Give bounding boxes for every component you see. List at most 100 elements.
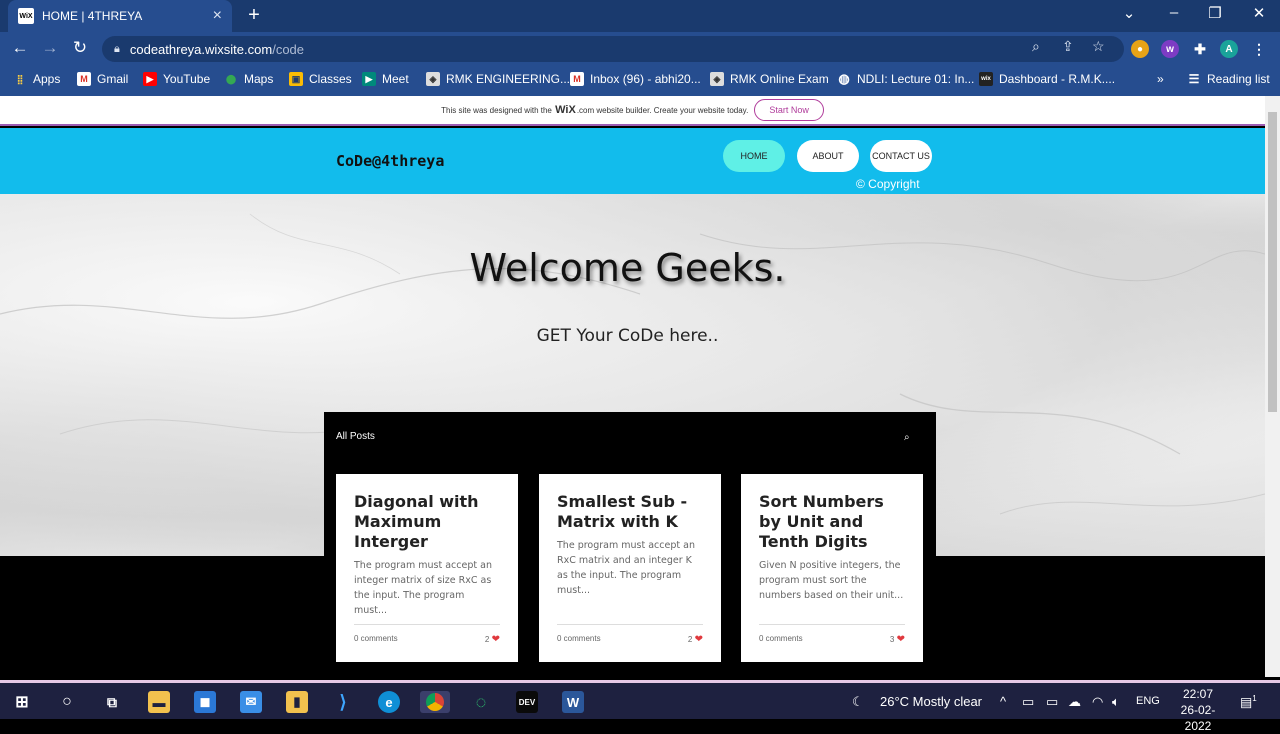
post-card[interactable]: Sort Numbers by Unit and Tenth Digits Gi…: [741, 474, 923, 662]
hero-title: Welcome Geeks.: [469, 246, 786, 290]
zoom-icon[interactable]: ⌕: [1032, 38, 1040, 55]
word-icon[interactable]: W: [562, 691, 584, 713]
bookmark-star-icon[interactable]: ☆: [1092, 38, 1105, 55]
site-header: CoDe@4threya HOME ABOUT CONTACT US © Cop…: [0, 128, 1265, 194]
post-title[interactable]: Diagonal with Maximum Interger: [354, 492, 500, 552]
post-comments[interactable]: 0 comments: [557, 634, 601, 645]
start-now-button[interactable]: Start Now: [754, 99, 824, 121]
weather-moon-icon[interactable]: ☾: [852, 694, 864, 710]
wifi-icon[interactable]: ◠: [1092, 694, 1103, 710]
loading-app-icon[interactable]: ◌: [470, 691, 492, 713]
task-view-icon[interactable]: ⧉: [101, 691, 123, 713]
bookmark-ndli[interactable]: ◍ NDLI: Lecture 01: In...: [837, 71, 974, 86]
bookmark-apps[interactable]: ⣿ Apps: [13, 72, 61, 86]
bookmark-rmk-engineering[interactable]: ◈ RMK ENGINEERING...: [426, 72, 570, 86]
meet-now-icon[interactable]: ▭: [1022, 694, 1034, 710]
tray-chevron-icon[interactable]: ^: [1000, 694, 1006, 709]
windows-start-icon[interactable]: ⊞: [11, 691, 33, 713]
wix-icon: wix: [979, 72, 993, 86]
mail-icon[interactable]: ✉: [240, 691, 262, 713]
bookmark-rmk-online-exam[interactable]: ◈ RMK Online Exam: [710, 72, 829, 86]
heart-icon[interactable]: ❤: [492, 634, 500, 645]
post-title[interactable]: Sort Numbers by Unit and Tenth Digits: [759, 492, 905, 552]
extension-icon-2[interactable]: w: [1161, 40, 1179, 58]
gmail-icon: M: [570, 72, 584, 86]
post-title[interactable]: Smallest Sub - Matrix with K: [557, 492, 703, 532]
bookmark-gmail[interactable]: M Gmail: [77, 72, 128, 86]
more-bookmarks-icon[interactable]: »: [1157, 72, 1164, 86]
volume-icon[interactable]: 🔈︎: [1112, 694, 1120, 710]
clock[interactable]: 22:07 26-02-2022: [1172, 686, 1224, 734]
nav-home[interactable]: HOME: [723, 140, 785, 172]
nav-contact-us[interactable]: CONTACT US: [870, 140, 932, 172]
post-footer: 0 comments 2 ❤: [557, 624, 703, 645]
cortana-search-icon[interactable]: ○: [56, 691, 78, 713]
blog-feed: All Posts ⌕ Diagonal with Maximum Interg…: [324, 412, 936, 677]
post-comments[interactable]: 0 comments: [354, 634, 398, 645]
bookmark-maps[interactable]: ⬤ Maps: [224, 72, 273, 86]
bookmark-classes[interactable]: ▣ Classes: [289, 72, 352, 86]
hero-subtitle: GET Your CoDe here..: [536, 326, 719, 346]
post-excerpt: The program must accept an RxC matrix an…: [557, 540, 695, 596]
copyright-link[interactable]: © Copyright: [856, 177, 920, 191]
devcpp-icon[interactable]: DEV: [516, 691, 538, 713]
chrome-icon[interactable]: [420, 691, 450, 713]
profile-avatar[interactable]: A: [1220, 40, 1238, 58]
bookmark-youtube[interactable]: ▶ YouTube: [143, 72, 210, 86]
page-viewport: This site was designed with the WiX .com …: [0, 96, 1265, 677]
extensions-puzzle-icon[interactable]: ✚: [1191, 40, 1209, 58]
reading-list-button[interactable]: ☰ Reading list: [1187, 72, 1270, 86]
extension-icon-1[interactable]: ●: [1131, 40, 1149, 58]
post-footer: 0 comments 3 ❤: [759, 624, 905, 645]
post-excerpt: Given N positive integers, the program m…: [759, 560, 904, 601]
menu-kebab-icon[interactable]: ⋮: [1250, 40, 1268, 58]
url-path: /code: [272, 41, 305, 57]
all-posts-link[interactable]: All Posts: [336, 431, 375, 442]
bookmarks-bar: ⣿ Apps M Gmail ▶ YouTube ⬤ Maps ▣ Classes ▶ Me…: [0, 65, 1280, 96]
share-icon[interactable]: ⇪: [1062, 38, 1074, 55]
address-bar[interactable]: 🔒︎ codeathreya.wixsite.com/code ⌕ ⇪ ☆: [102, 36, 1124, 62]
post-comments[interactable]: 0 comments: [759, 634, 803, 645]
bookmark-inbox[interactable]: M Inbox (96) - abhi20...: [570, 72, 701, 86]
heart-icon[interactable]: ❤: [695, 634, 703, 645]
search-icon[interactable]: ⌕: [904, 432, 910, 443]
sticky-notes-icon[interactable]: ▮: [286, 691, 308, 713]
tab-search-icon[interactable]: ⌄: [1117, 4, 1141, 22]
classroom-icon: ▣: [289, 72, 303, 86]
file-explorer-icon[interactable]: ▬: [148, 691, 170, 713]
bookmark-dashboard[interactable]: wix Dashboard - R.M.K....: [979, 72, 1115, 86]
scrollbar-thumb[interactable]: [1268, 112, 1277, 412]
restore-button[interactable]: ❐: [1203, 4, 1227, 22]
bookmark-meet[interactable]: ▶ Meet: [362, 72, 409, 86]
back-button[interactable]: ←: [8, 38, 32, 58]
url-host: codeathreya.wixsite.com: [129, 41, 273, 57]
apps-grid-icon: ⣿: [16, 73, 24, 84]
onedrive-icon[interactable]: ☁: [1068, 694, 1081, 710]
page-scrollbar[interactable]: [1265, 96, 1280, 677]
forward-button[interactable]: →: [38, 38, 62, 58]
meet-icon: ▶: [362, 72, 376, 86]
reload-button[interactable]: ↻: [68, 38, 92, 58]
gmail-icon: M: [77, 72, 91, 86]
language-indicator[interactable]: ENG: [1136, 695, 1160, 707]
reading-list-icon: ☰: [1188, 72, 1200, 86]
taskbar: ⊞ ○ ⧉ ▬ ◼ ✉ ▮ ⟩ e ◌ DEV W ☾ 26°C Mostly …: [0, 680, 1280, 733]
tab-home[interactable]: WiX HOME | 4THREYA ×: [8, 0, 232, 32]
site-logo[interactable]: CoDe@4threya: [336, 152, 444, 170]
notifications-icon[interactable]: ▤1: [1240, 694, 1257, 710]
heart-icon[interactable]: ❤: [897, 634, 905, 645]
notification-count: 1: [1252, 694, 1257, 703]
vscode-icon[interactable]: ⟩: [332, 691, 354, 713]
close-tab-icon[interactable]: ×: [213, 7, 222, 25]
new-tab-button[interactable]: +: [244, 4, 264, 27]
weather-text[interactable]: 26°C Mostly clear: [880, 694, 982, 709]
post-card[interactable]: Smallest Sub - Matrix with K The program…: [539, 474, 721, 662]
battery-icon[interactable]: ▭: [1046, 694, 1058, 710]
store-icon[interactable]: ◼: [194, 691, 216, 713]
edge-icon[interactable]: e: [378, 691, 400, 713]
post-likes-count: 2: [484, 635, 490, 644]
post-card[interactable]: Diagonal with Maximum Interger The progr…: [336, 474, 518, 662]
minimize-button[interactable]: –: [1162, 4, 1186, 21]
close-window-button[interactable]: ✕: [1247, 4, 1271, 22]
nav-about[interactable]: ABOUT: [797, 140, 859, 172]
